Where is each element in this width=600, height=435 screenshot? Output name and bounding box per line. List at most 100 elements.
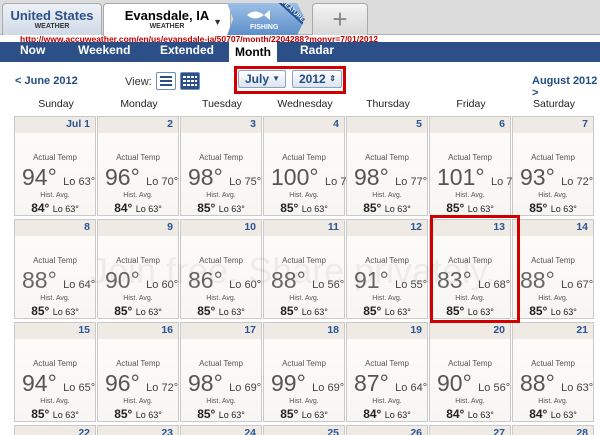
prev-month-link[interactable]: < June 2012 — [15, 75, 78, 87]
calendar-day[interactable]: 14 Actual Temp 88° Lo 67° Hist. Avg. 85° Lo … — [512, 219, 594, 319]
hist-avg: 85° Lo 63° — [181, 201, 261, 215]
fishing-label: FISHING — [250, 24, 279, 31]
tab-evansdale[interactable]: Evansdale, IA WEATHER ▼ — [103, 3, 231, 36]
calendar-day[interactable]: 27 — [429, 425, 511, 435]
year-select[interactable]: 2012 ⇕ — [292, 70, 342, 88]
tab-title: Evansdale, IA — [124, 8, 210, 23]
hist-avg-label: Hist. Avg. — [206, 192, 236, 199]
actual-temp-label: Actual Temp — [531, 256, 575, 265]
sort-arrows-icon: ⇕ — [329, 74, 336, 83]
hist-high: 85° — [363, 304, 382, 318]
actual-high: 88° — [520, 267, 555, 293]
hist-avg-label: Hist. Avg. — [40, 295, 70, 302]
calendar-day[interactable]: 7 Actual Temp 93° Lo 72° Hist. Avg. 85° Lo 6… — [512, 116, 594, 216]
hist-avg: 85° Lo 63° — [264, 407, 344, 421]
day-number: 28 — [576, 427, 588, 435]
weekday-tuesday: Tuesday — [202, 98, 242, 110]
calendar-day[interactable]: 24 — [180, 425, 262, 435]
fishing-tab[interactable]: FISHING FEATURED — [227, 3, 305, 35]
actual-low: Lo 72° — [561, 176, 594, 188]
calendar-day[interactable]: 6 Actual Temp 101° Lo 72° Hist. Avg. 85° Lo … — [429, 116, 523, 216]
day-number: 26 — [410, 427, 422, 435]
calendar-day[interactable]: 4 Actual Temp 100° Lo 74° Hist. Avg. 85° Lo … — [263, 116, 357, 216]
hist-high: 85° — [197, 304, 216, 318]
hist-avg-label: Hist. Avg. — [538, 192, 568, 199]
calendar-day[interactable]: 16 Actual Temp 96° Lo 72° Hist. Avg. 85° Lo … — [97, 322, 179, 422]
hist-avg: 85° Lo 63° — [15, 407, 95, 421]
tab-united-states[interactable]: United States WEATHER — [2, 3, 102, 35]
actual-low: Lo 63° — [63, 176, 96, 188]
hist-high: 84° — [446, 407, 465, 421]
actual-low: Lo 63° — [561, 382, 594, 394]
calendar-day[interactable]: 23 — [97, 425, 179, 435]
day-header — [430, 117, 510, 133]
hist-avg: 85° Lo 63° — [264, 201, 344, 215]
hist-low: Lo 63° — [384, 410, 411, 420]
nav-radar[interactable]: Radar — [300, 43, 334, 57]
hist-avg-label: Hist. Avg. — [372, 192, 402, 199]
calendar-day[interactable]: 20 Actual Temp 90° Lo 56° Hist. Avg. 84° Lo … — [429, 322, 511, 422]
hist-low: Lo 63° — [218, 410, 245, 420]
hist-low: Lo 63° — [384, 307, 411, 317]
nav-extended[interactable]: Extended — [160, 43, 214, 57]
month-select[interactable]: July ▼ — [238, 70, 286, 88]
calendar-day[interactable]: 8 Actual Temp 88° Lo 64° Hist. Avg. 85° Lo 6… — [14, 219, 96, 319]
hist-high: 85° — [363, 201, 382, 215]
day-number: 7 — [582, 118, 588, 130]
calendar-day[interactable]: 3 Actual Temp 98° Lo 75° Hist. Avg. 85° Lo 6… — [180, 116, 262, 216]
actual-temp: 93° Lo 72° — [520, 164, 593, 191]
hist-avg: 85° Lo 63° — [181, 407, 261, 421]
weather-app: { "tabs":[{"title":"United States","sub"… — [0, 0, 600, 435]
hist-high: 84° — [31, 201, 50, 215]
hist-low: Lo 63° — [135, 410, 162, 420]
hist-high: 85° — [446, 201, 465, 215]
hist-avg-label: Hist. Avg. — [206, 398, 236, 405]
hist-high: 85° — [529, 201, 548, 215]
next-month-link[interactable]: August 2012 > — [532, 75, 600, 99]
list-view-icon[interactable] — [156, 72, 176, 90]
day-number: 16 — [161, 324, 173, 336]
nav-month[interactable]: Month — [229, 42, 277, 62]
actual-high: 94° — [22, 164, 57, 190]
calendar-day[interactable]: 19 Actual Temp 87° Lo 64° Hist. Avg. 84° Lo … — [346, 322, 428, 422]
hist-avg: 84° Lo 63° — [98, 201, 178, 215]
actual-high: 99° — [271, 370, 306, 396]
calendar-day[interactable]: 21 Actual Temp 88° Lo 63° Hist. Avg. 84° Lo … — [512, 322, 594, 422]
actual-temp-label: Actual Temp — [116, 153, 160, 162]
actual-temp: 94° Lo 65° — [22, 370, 95, 397]
calendar-view-icon[interactable] — [180, 72, 200, 90]
actual-temp-label: Actual Temp — [531, 153, 575, 162]
weekday-sunday: Sunday — [38, 98, 74, 110]
hist-high: 85° — [280, 304, 299, 318]
calendar-day[interactable]: 26 — [346, 425, 428, 435]
hist-avg: 85° Lo 63° — [347, 304, 427, 318]
hist-high: 84° — [363, 407, 382, 421]
calendar-day[interactable]: 25 — [263, 425, 345, 435]
hist-low: Lo 63° — [218, 307, 245, 317]
actual-temp: 90° Lo 56° — [437, 370, 510, 397]
calendar-day[interactable]: 18 Actual Temp 99° Lo 69° Hist. Avg. 85° Lo … — [263, 322, 345, 422]
nav-now[interactable]: Now — [20, 43, 45, 57]
actual-low: Lo 67° — [561, 279, 594, 291]
calendar-day[interactable]: 22 — [14, 425, 96, 435]
chevron-down-icon[interactable]: ▼ — [213, 17, 222, 27]
hist-avg-label: Hist. Avg. — [289, 295, 319, 302]
add-location-button[interactable]: + — [312, 3, 368, 35]
actual-temp: 88° Lo 64° — [22, 267, 95, 294]
hist-avg-label: Hist. Avg. — [289, 192, 319, 199]
calendar-day[interactable]: 2 Actual Temp 96° Lo 70° Hist. Avg. 84° Lo 6… — [97, 116, 179, 216]
day-number: 6 — [499, 118, 505, 130]
actual-high: 96° — [105, 164, 140, 190]
actual-temp: 87° Lo 64° — [354, 370, 427, 397]
hist-avg-label: Hist. Avg. — [455, 398, 485, 405]
calendar-day[interactable]: 17 Actual Temp 98° Lo 69° Hist. Avg. 85° Lo … — [180, 322, 262, 422]
calendar-day[interactable]: Jul 1 Actual Temp 94° Lo 63° Hist. Avg. 84° … — [14, 116, 96, 216]
calendar-day[interactable]: 5 Actual Temp 98° Lo 77° Hist. Avg. 85° Lo 6… — [346, 116, 428, 216]
day-number: Jul 1 — [66, 118, 90, 130]
actual-high: 88° — [22, 267, 57, 293]
calendar-day[interactable]: 15 Actual Temp 94° Lo 65° Hist. Avg. 85° Lo … — [14, 322, 96, 422]
year-select-value: 2012 — [299, 72, 326, 86]
actual-low: Lo 56° — [478, 382, 511, 394]
calendar-day[interactable]: 28 — [512, 425, 594, 435]
nav-weekend[interactable]: Weekend — [78, 43, 130, 57]
